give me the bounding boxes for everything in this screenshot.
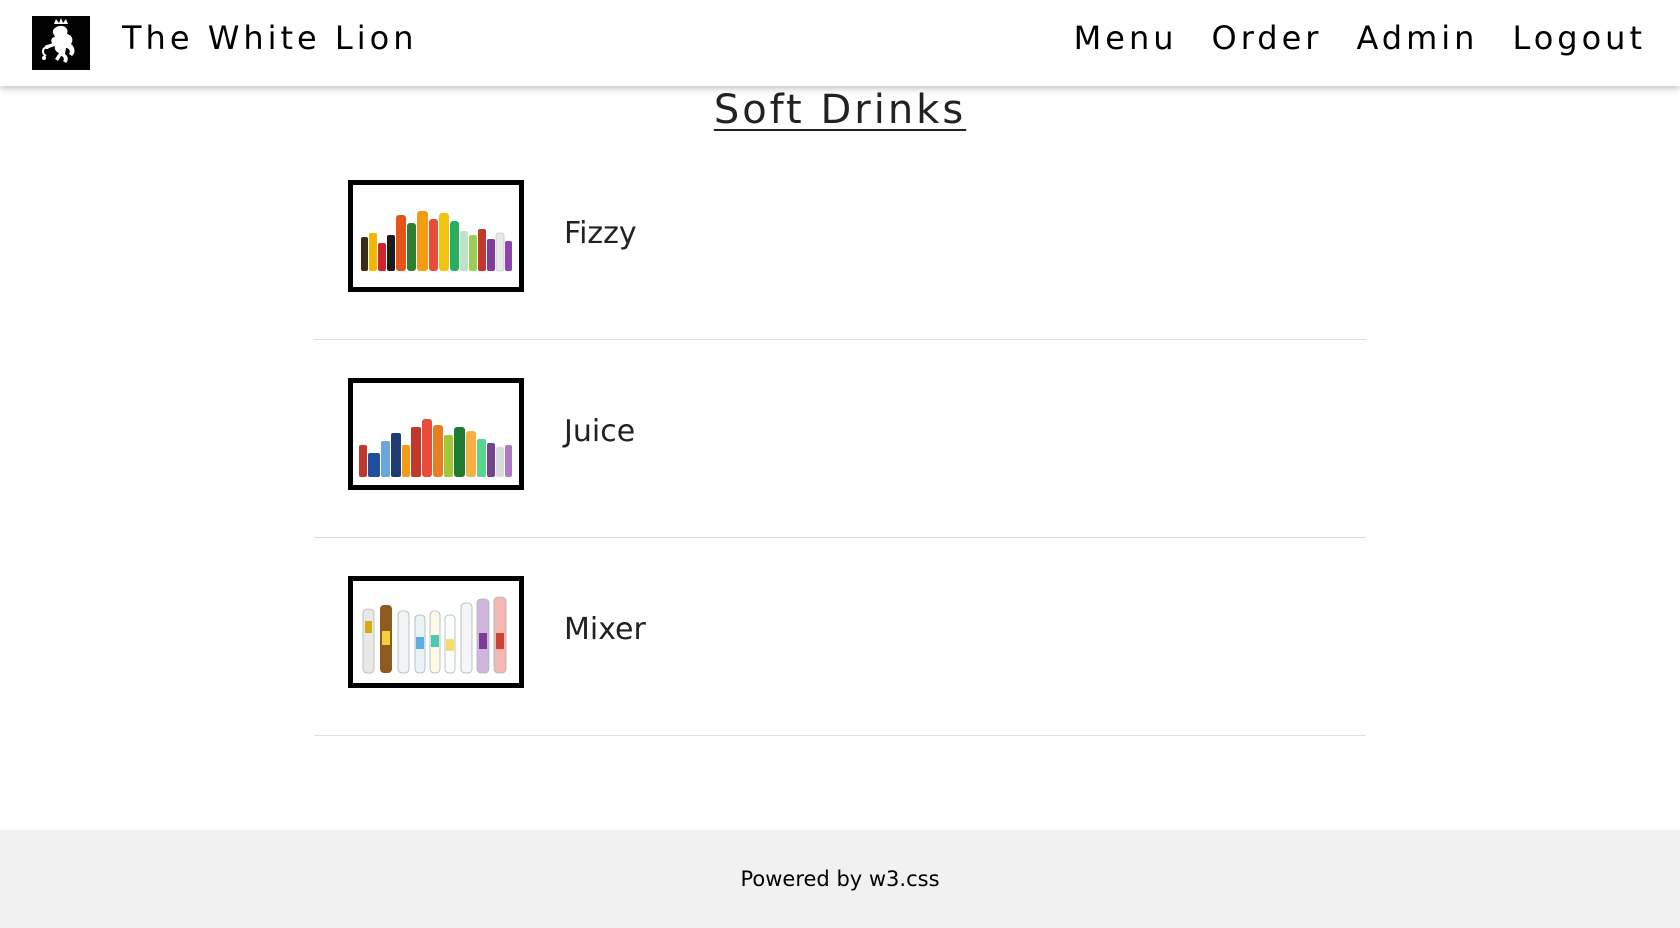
top-navigation-bar: The White Lion Menu Order Admin Logout [0, 0, 1680, 86]
page-title: Soft Drinks [0, 84, 1680, 136]
footer-credit: Powered by w3.css [740, 867, 940, 891]
category-item-mixer[interactable]: Mixer [314, 538, 1366, 736]
footer: Powered by w3.css [0, 830, 1680, 928]
nav-admin-link[interactable]: Admin [1339, 18, 1495, 58]
category-item-juice[interactable]: Juice [314, 340, 1366, 538]
white-lion-icon[interactable] [32, 16, 90, 70]
page-title-text: Soft Drinks [713, 87, 967, 133]
main-nav: Menu Order Admin Logout [1057, 18, 1646, 58]
page: The White Lion Menu Order Admin Logout S… [0, 0, 1680, 928]
category-label-mixer[interactable]: Mixer [564, 610, 646, 650]
category-item-fizzy[interactable]: Fizzy [314, 142, 1366, 340]
category-label-fizzy[interactable]: Fizzy [564, 214, 637, 254]
brand-title[interactable]: The White Lion [122, 18, 417, 58]
juice-drinks-image[interactable] [348, 378, 524, 490]
category-label-juice[interactable]: Juice [564, 412, 635, 452]
nav-logout-link[interactable]: Logout [1495, 18, 1646, 58]
nav-order-link[interactable]: Order [1195, 18, 1340, 58]
fizzy-drinks-image[interactable] [348, 180, 524, 292]
category-list: Fizzy Juice Mixer [314, 142, 1366, 736]
mixer-drinks-image[interactable] [348, 576, 524, 688]
nav-menu-link[interactable]: Menu [1057, 18, 1195, 58]
